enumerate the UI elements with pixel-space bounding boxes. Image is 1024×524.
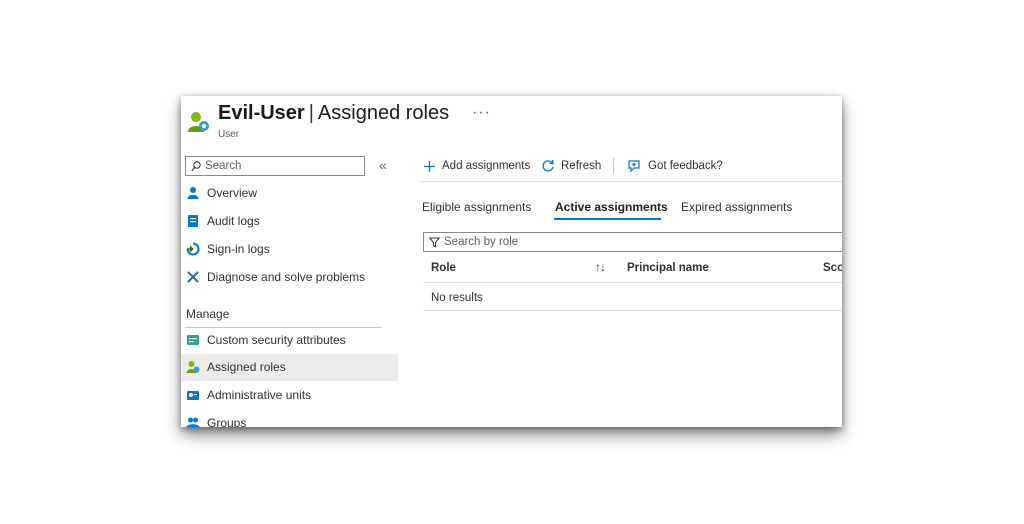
sidebar-item-custom-security-attributes[interactable]: Custom security attributes [181, 327, 398, 354]
sidebar-item-label: Audit logs [207, 214, 260, 228]
sidebar-item-label: Administrative units [207, 388, 312, 402]
user-icon [187, 187, 199, 199]
admin-units-icon [187, 391, 199, 400]
feedback-button[interactable]: Got feedback? [627, 156, 723, 176]
assigned-roles-icon [188, 112, 209, 132]
toolbar-divider [613, 158, 614, 174]
sidebar-item-administrative-units[interactable]: Administrative units [181, 382, 398, 409]
sidebar-item-groups[interactable]: Groups [181, 410, 398, 427]
sidebar-item-label: Custom security attributes [207, 333, 346, 347]
tab-active-assignments[interactable]: Active assignments [555, 200, 668, 214]
add-assignments-label: Add assignments [442, 160, 531, 172]
sign-in-icon [186, 242, 200, 256]
column-header-scope[interactable]: Sco [823, 262, 842, 274]
main-content: Add assignments Refresh Got feedback? El… [421, 152, 842, 427]
more-actions-button[interactable]: ··· [472, 104, 491, 122]
feedback-label: Got feedback? [648, 160, 723, 172]
section-manage: Manage [186, 307, 230, 321]
sidebar-item-overview[interactable]: Overview [181, 180, 398, 207]
portal-window: Evil-User|Assigned roles ··· User « Over… [181, 96, 842, 427]
search-icon [191, 161, 201, 172]
feedback-icon [628, 159, 640, 172]
plus-icon [424, 160, 435, 172]
sidebar-item-label: Overview [207, 186, 258, 200]
sidebar: « Overview Audit logs Sign-in logs [181, 152, 399, 427]
sidebar-item-sign-in-logs[interactable]: Sign-in logs [181, 236, 398, 263]
toolbar-divider-line [421, 181, 842, 182]
tab-expired-assignments[interactable]: Expired assignments [681, 200, 792, 214]
sidebar-item-label: Groups [207, 416, 247, 427]
assigned-roles-icon [186, 361, 200, 373]
page-title: Evil-User | Assigned roles [218, 102, 449, 125]
add-assignments-button[interactable]: Add assignments [423, 156, 530, 176]
groups-icon [186, 417, 200, 427]
refresh-label: Refresh [561, 160, 602, 172]
sidebar-item-label: Sign-in logs [207, 242, 270, 256]
empty-table-message: No results [431, 292, 483, 304]
resource-type: User [218, 129, 240, 140]
page-title-text: Assigned roles [317, 102, 450, 124]
refresh-icon [542, 159, 554, 172]
sidebar-item-audit-logs[interactable]: Audit logs [181, 208, 398, 235]
refresh-button[interactable]: Refresh [541, 156, 601, 176]
filter-icon [429, 237, 440, 248]
sidebar-search[interactable] [185, 156, 365, 176]
sidebar-item-assigned-roles[interactable]: Assigned roles [181, 354, 398, 381]
resource-name: Evil-User [218, 102, 305, 124]
page-header: Evil-User | Assigned roles ··· User [181, 96, 842, 148]
header-row-divider [423, 282, 842, 283]
sort-icon[interactable]: ↑↓ [595, 260, 606, 274]
tab-eligible-assignments[interactable]: Eligible assignments [422, 200, 531, 214]
sidebar-item-label: Assigned roles [207, 360, 286, 374]
wrench-icon [187, 271, 199, 283]
sidebar-search-input[interactable] [205, 158, 360, 174]
title-separator: | [308, 102, 314, 124]
role-search[interactable] [423, 232, 842, 252]
row-divider [423, 310, 842, 311]
column-header-role[interactable]: Role [431, 262, 456, 274]
sidebar-item-diagnose[interactable]: Diagnose and solve problems [181, 264, 398, 291]
attributes-icon [187, 335, 199, 345]
audit-log-icon [188, 215, 198, 227]
active-tab-indicator [554, 218, 661, 220]
role-search-input[interactable] [444, 234, 824, 250]
sidebar-item-label: Diagnose and solve problems [207, 270, 366, 284]
collapse-sidebar-button[interactable]: « [379, 157, 387, 173]
column-header-principal-name[interactable]: Principal name [627, 262, 709, 274]
